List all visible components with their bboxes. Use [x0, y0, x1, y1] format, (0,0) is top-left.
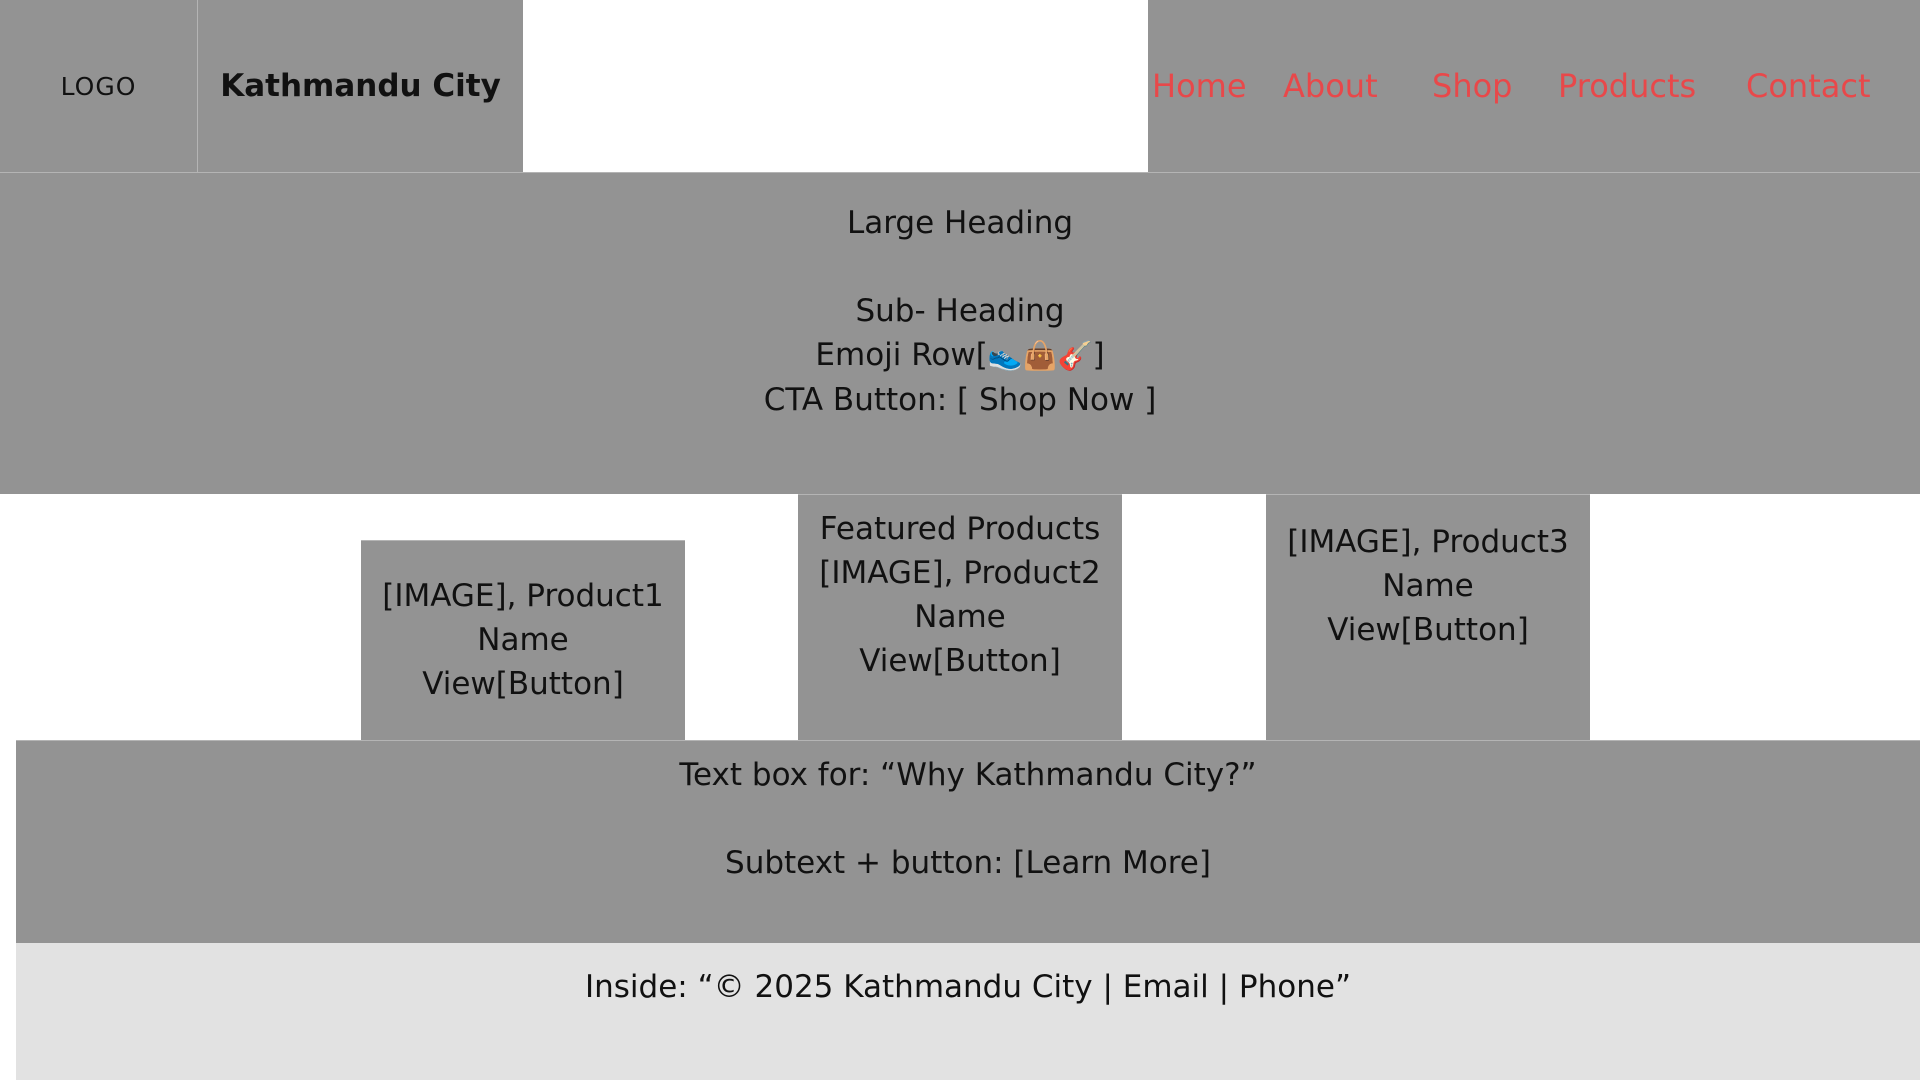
product-image-placeholder: [IMAGE], Product3 [1287, 524, 1569, 560]
product-card-3[interactable]: [IMAGE], Product3 Name View[Button] [1266, 494, 1590, 740]
emoji-row-label: Emoji Row[ [815, 337, 988, 373]
product-image-placeholder: [IMAGE], Product2 [819, 555, 1101, 591]
hero-subheading: Sub- Heading [855, 293, 1065, 329]
product-image-placeholder: [IMAGE], Product1 [382, 578, 664, 614]
nav-link-home[interactable]: Home [1152, 64, 1247, 108]
emoji-row: Emoji Row[👟👜🎸] [815, 333, 1104, 378]
guitar-icon: 🎸 [1057, 339, 1093, 372]
product-name: Name [914, 599, 1006, 635]
sneaker-icon: 👟 [987, 339, 1023, 372]
why-section: Text box for: “Why Kathmandu City?” Subt… [16, 740, 1920, 943]
brand-name: Kathmandu City [220, 68, 501, 104]
view-button[interactable]: View[Button] [422, 662, 624, 706]
learn-more-button[interactable]: Subtext + button: [Learn More] [725, 841, 1211, 885]
why-title: Text box for: “Why Kathmandu City?” [679, 757, 1257, 793]
shop-now-button[interactable]: CTA Button: [ Shop Now ] [764, 378, 1157, 422]
main-nav: Home About Shop Products Contact [1148, 0, 1920, 172]
brand-name-box: Kathmandu City [198, 0, 523, 172]
product-name: Name [1382, 568, 1474, 604]
footer: Inside: “© 2025 Kathmandu City | Email |… [16, 943, 1920, 1080]
view-button[interactable]: View[Button] [859, 639, 1061, 683]
footer-text: Inside: “© 2025 Kathmandu City | Email |… [584, 969, 1352, 1005]
product-card-1[interactable]: [IMAGE], Product1 Name View[Button] [361, 540, 685, 740]
handbag-icon: 👜 [1022, 339, 1058, 372]
product-card-2[interactable]: Featured Products [IMAGE], Product2 Name… [798, 494, 1122, 740]
nav-link-shop[interactable]: Shop [1432, 64, 1512, 108]
hero-section: Large Heading Sub- Heading Emoji Row[👟👜🎸… [0, 172, 1920, 494]
logo-text: LOGO [60, 71, 137, 101]
hero-heading: Large Heading [846, 205, 1074, 241]
view-button[interactable]: View[Button] [1327, 608, 1529, 652]
nav-link-contact[interactable]: Contact [1746, 64, 1871, 108]
logo[interactable]: LOGO [0, 0, 198, 172]
featured-products-title: Featured Products [819, 511, 1101, 547]
emoji-row-close: ] [1092, 337, 1105, 373]
product-name: Name [477, 622, 569, 658]
nav-link-about[interactable]: About [1283, 64, 1378, 108]
nav-link-products[interactable]: Products [1558, 64, 1696, 108]
